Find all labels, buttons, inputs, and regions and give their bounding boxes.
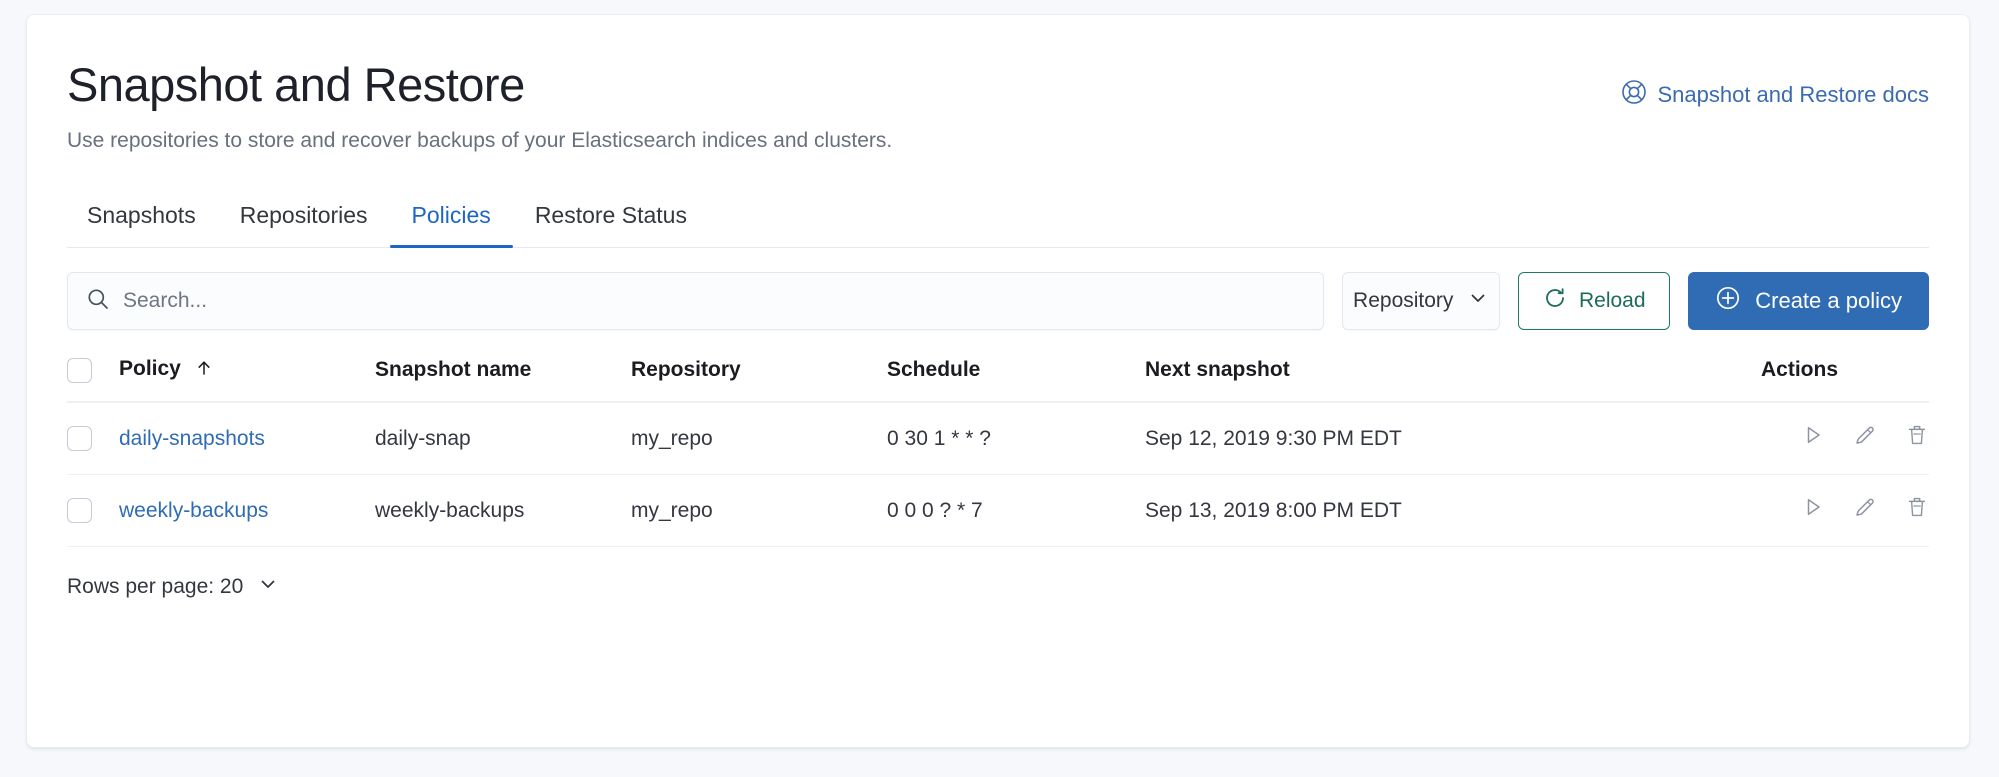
page-title: Snapshot and Restore [67, 57, 525, 113]
policies-table: Policy Snapshot name Repository Schedule… [67, 356, 1929, 547]
chevron-down-icon [257, 573, 279, 601]
table-header-row: Policy Snapshot name Repository Schedule… [67, 356, 1929, 402]
snapshot-restore-docs-link[interactable]: Snapshot and Restore docs [1621, 79, 1929, 111]
tab-bar: Snapshots Repositories Policies Restore … [67, 186, 1929, 248]
row-checkbox[interactable] [67, 426, 92, 451]
rows-per-page-label: Rows per page: 20 [67, 575, 243, 599]
rows-per-page-button[interactable]: Rows per page: 20 [67, 573, 279, 601]
sort-ascending-icon [195, 358, 213, 384]
page-header: Snapshot and Restore Snapshot and Restor… [67, 15, 1929, 113]
policy-link[interactable]: daily-snapshots [119, 427, 265, 450]
edit-icon[interactable] [1853, 423, 1877, 454]
table-toolbar: Repository Reload [67, 272, 1929, 330]
row-checkbox[interactable] [67, 498, 92, 523]
column-header-policy-label: Policy [119, 357, 181, 380]
select-all-header [67, 356, 119, 402]
policy-link[interactable]: weekly-backups [119, 499, 268, 522]
chevron-down-icon [1467, 287, 1489, 315]
tab-snapshots[interactable]: Snapshots [65, 201, 218, 247]
cell-actions [1761, 402, 1929, 475]
cell-next-snapshot: Sep 12, 2019 9:30 PM EDT [1145, 402, 1761, 475]
repository-filter-label: Repository [1353, 289, 1453, 313]
refresh-icon [1543, 286, 1567, 316]
table-row: weekly-backups weekly-backups my_repo 0 … [67, 475, 1929, 547]
row-select-cell [67, 475, 119, 547]
cell-policy: weekly-backups [119, 475, 375, 547]
search-icon [86, 287, 110, 316]
column-header-actions: Actions [1761, 356, 1929, 402]
table-row: daily-snapshots daily-snap my_repo 0 30 … [67, 402, 1929, 475]
select-all-checkbox[interactable] [67, 358, 92, 383]
docs-link-label: Snapshot and Restore docs [1657, 82, 1929, 108]
row-select-cell [67, 402, 119, 475]
delete-icon[interactable] [1905, 423, 1929, 454]
table-footer: Rows per page: 20 [67, 573, 1929, 601]
tab-repositories[interactable]: Repositories [218, 201, 390, 247]
column-header-snapshot-name[interactable]: Snapshot name [375, 356, 631, 402]
cell-actions [1761, 475, 1929, 547]
cell-snapshot-name: daily-snap [375, 402, 631, 475]
cell-snapshot-name: weekly-backups [375, 475, 631, 547]
tab-policies[interactable]: Policies [390, 201, 513, 247]
help-ring-icon [1621, 79, 1647, 111]
reload-button[interactable]: Reload [1518, 272, 1670, 330]
page-subtitle: Use repositories to store and recover ba… [67, 126, 1929, 156]
create-policy-button[interactable]: Create a policy [1688, 272, 1929, 330]
cell-policy: daily-snapshots [119, 402, 375, 475]
search-box[interactable] [67, 272, 1324, 330]
cell-schedule: 0 30 1 * * ? [887, 402, 1145, 475]
column-header-repository[interactable]: Repository [631, 356, 887, 402]
cell-schedule: 0 0 0 ? * 7 [887, 475, 1145, 547]
cell-repository: my_repo [631, 402, 887, 475]
snapshot-restore-panel: Snapshot and Restore Snapshot and Restor… [26, 14, 1970, 748]
run-now-icon[interactable] [1801, 495, 1825, 526]
cell-repository: my_repo [631, 475, 887, 547]
plus-circle-icon [1715, 285, 1741, 317]
column-header-schedule[interactable]: Schedule [887, 356, 1145, 402]
tab-restore-status[interactable]: Restore Status [513, 201, 709, 247]
cell-next-snapshot: Sep 13, 2019 8:00 PM EDT [1145, 475, 1761, 547]
search-input[interactable] [123, 289, 1305, 313]
column-header-policy[interactable]: Policy [119, 356, 375, 402]
edit-icon[interactable] [1853, 495, 1877, 526]
column-header-next-snapshot[interactable]: Next snapshot [1145, 356, 1761, 402]
create-policy-label: Create a policy [1755, 288, 1902, 314]
delete-icon[interactable] [1905, 495, 1929, 526]
reload-button-label: Reload [1579, 289, 1646, 313]
repository-filter-button[interactable]: Repository [1342, 272, 1500, 330]
run-now-icon[interactable] [1801, 423, 1825, 454]
